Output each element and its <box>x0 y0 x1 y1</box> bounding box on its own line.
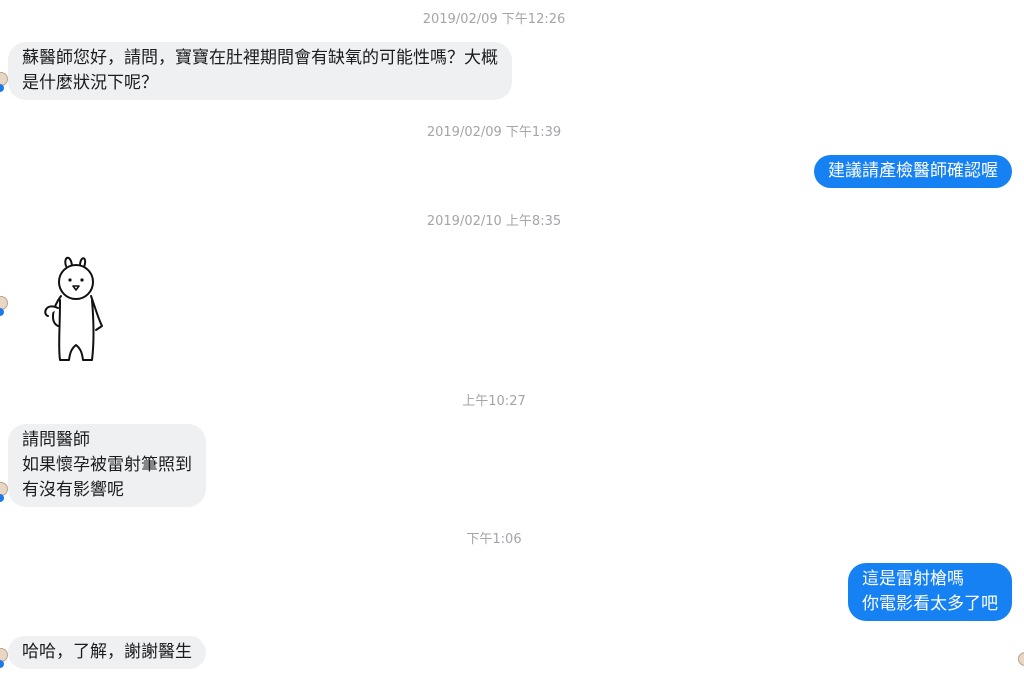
online-status-icon <box>0 84 4 92</box>
message-line: 是什麼狀況下呢？ <box>22 73 158 93</box>
message-line: 有沒有影響呢 <box>22 480 124 500</box>
message-line: 請問醫師 <box>22 430 90 450</box>
timestamp: 下午1:06 <box>466 532 522 547</box>
avatar-face-icon <box>1018 652 1024 666</box>
message-line: 你電影看太多了吧 <box>862 594 998 614</box>
timestamp: 2019/02/10 上午8:35 <box>426 214 562 229</box>
chat-thread: 2019/02/09 下午12:26 蘇醫師您好，請問，寶寶在肚裡期間會有缺氧的… <box>0 0 1024 685</box>
message-line: 蘇醫師您好，請問，寶寶在肚裡期間會有缺氧的可能性嗎？大概 <box>22 48 498 68</box>
timestamp: 2019/02/09 下午1:39 <box>426 125 562 140</box>
online-status-icon <box>0 308 4 316</box>
read-receipt-avatar <box>1014 652 1024 672</box>
message-line: 如果懷孕被雷射筆照到 <box>22 455 192 475</box>
message-bubble-incoming[interactable]: 請問醫師 如果懷孕被雷射筆照到 有沒有影響呢 <box>8 424 206 507</box>
rabbit-sticker-icon[interactable] <box>36 252 116 367</box>
contact-avatar[interactable] <box>0 296 10 316</box>
message-bubble-outgoing[interactable]: 建議請產檢醫師確認喔 <box>814 155 1012 188</box>
online-status-icon <box>0 660 4 668</box>
message-bubble-incoming[interactable]: 蘇醫師您好，請問，寶寶在肚裡期間會有缺氧的可能性嗎？大概 是什麼狀況下呢？ <box>8 42 512 100</box>
online-status-icon <box>0 494 4 502</box>
message-line: 這是雷射槍嗎 <box>862 569 964 589</box>
timestamp: 上午10:27 <box>462 394 526 409</box>
message-line: 建議請產檢醫師確認喔 <box>828 161 998 181</box>
timestamp: 2019/02/09 下午12:26 <box>422 12 566 27</box>
message-bubble-incoming[interactable]: 哈哈，了解，謝謝醫生 <box>8 636 206 669</box>
message-line: 哈哈，了解，謝謝醫生 <box>22 642 192 662</box>
message-bubble-outgoing[interactable]: 這是雷射槍嗎 你電影看太多了吧 <box>848 563 1012 621</box>
